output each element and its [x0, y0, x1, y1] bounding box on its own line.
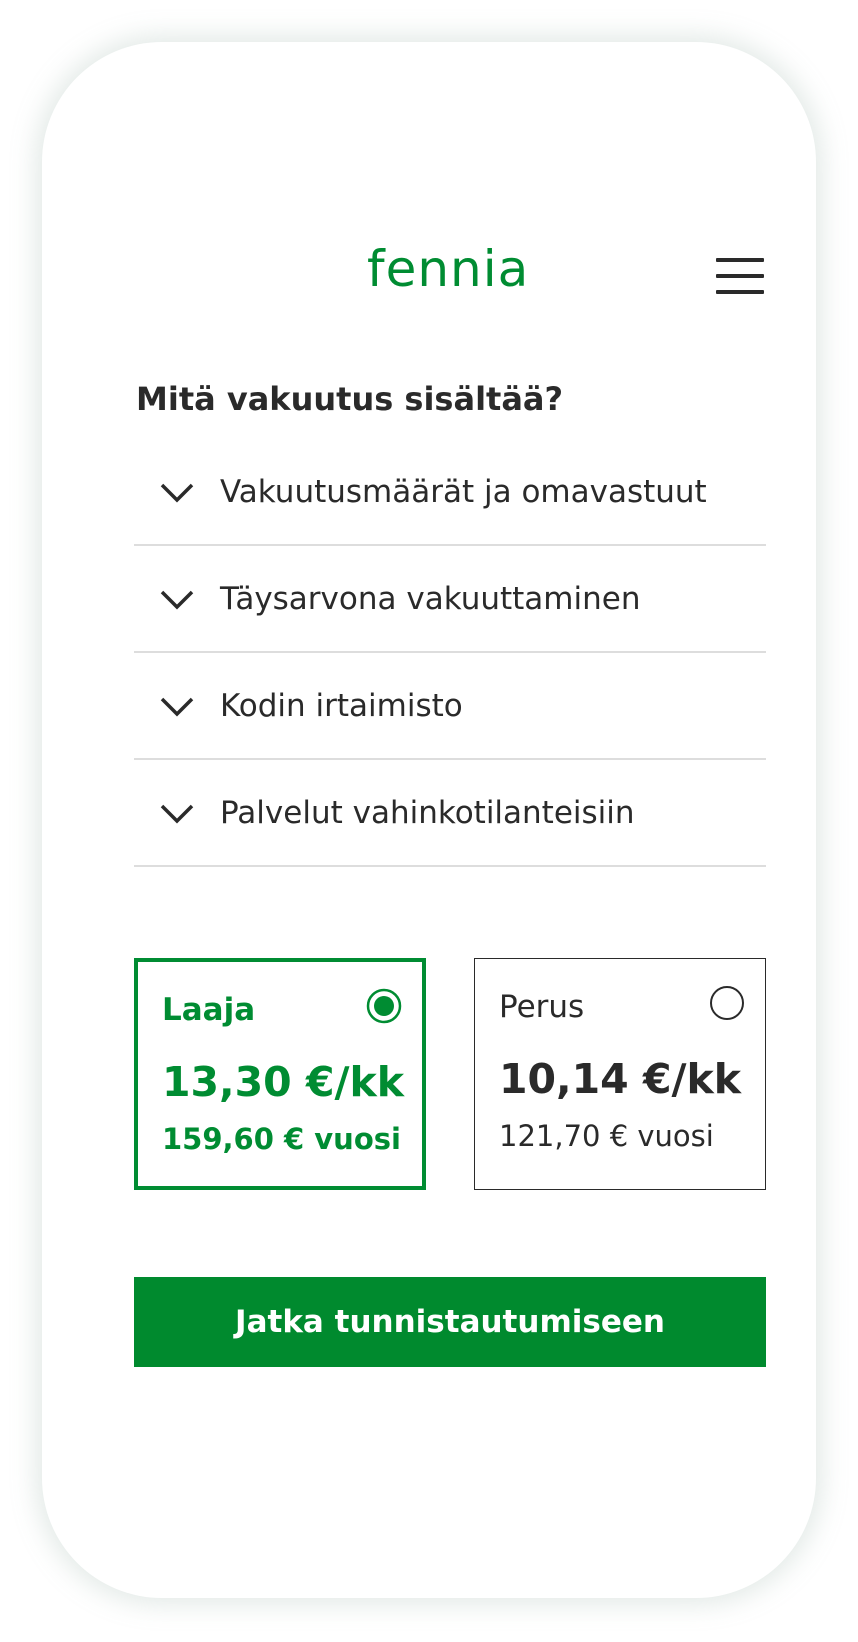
- accordion-item-palvelut[interactable]: Palvelut vahinkotilanteisiin: [134, 760, 766, 867]
- hamburger-menu-icon[interactable]: [716, 258, 766, 294]
- chevron-down-icon: [160, 590, 194, 609]
- accordion-item-vakuutusmaarat[interactable]: Vakuutusmäärät ja omavastuut: [134, 439, 766, 546]
- plan-name: Laaja: [162, 992, 256, 1028]
- continue-to-identification-button[interactable]: Jatka tunnistautumiseen: [134, 1277, 766, 1367]
- chevron-down-icon: [160, 804, 194, 823]
- plan-yearly-price: 121,70 € vuosi: [499, 1119, 714, 1153]
- plan-card-perus[interactable]: Perus 10,14 €/kk 121,70 € vuosi: [474, 958, 766, 1190]
- plan-monthly-price: 10,14 €/kk: [499, 1055, 741, 1103]
- menu-line: [716, 274, 764, 278]
- accordion-item-label: Kodin irtaimisto: [220, 687, 463, 724]
- plan-yearly-price: 159,60 € vuosi: [162, 1122, 401, 1156]
- fennia-logo: fennia: [367, 240, 530, 298]
- chevron-down-icon: [160, 483, 194, 502]
- accordion-item-label: Palvelut vahinkotilanteisiin: [220, 794, 635, 831]
- radio-unselected-icon[interactable]: [709, 985, 745, 1021]
- accordion-item-label: Täysarvona vakuuttaminen: [220, 580, 641, 617]
- chevron-down-icon: [160, 697, 194, 716]
- menu-line: [716, 290, 764, 294]
- accordion-item-label: Vakuutusmäärät ja omavastuut: [220, 473, 707, 510]
- plan-name: Perus: [499, 989, 585, 1025]
- section-title: Mitä vakuutus sisältää?: [136, 380, 564, 418]
- accordion-item-kodin-irtaimisto[interactable]: Kodin irtaimisto: [134, 653, 766, 760]
- plan-selector: Laaja 13,30 €/kk 159,60 € vuosi Perus 10…: [134, 958, 766, 1190]
- plan-monthly-price: 13,30 €/kk: [162, 1058, 404, 1106]
- radio-selected-icon[interactable]: [366, 988, 402, 1024]
- plan-card-laaja[interactable]: Laaja 13,30 €/kk 159,60 € vuosi: [134, 958, 426, 1190]
- coverage-accordion: Vakuutusmäärät ja omavastuut Täysarvona …: [134, 439, 766, 867]
- accordion-item-taysarvona[interactable]: Täysarvona vakuuttaminen: [134, 546, 766, 653]
- menu-line: [716, 258, 764, 262]
